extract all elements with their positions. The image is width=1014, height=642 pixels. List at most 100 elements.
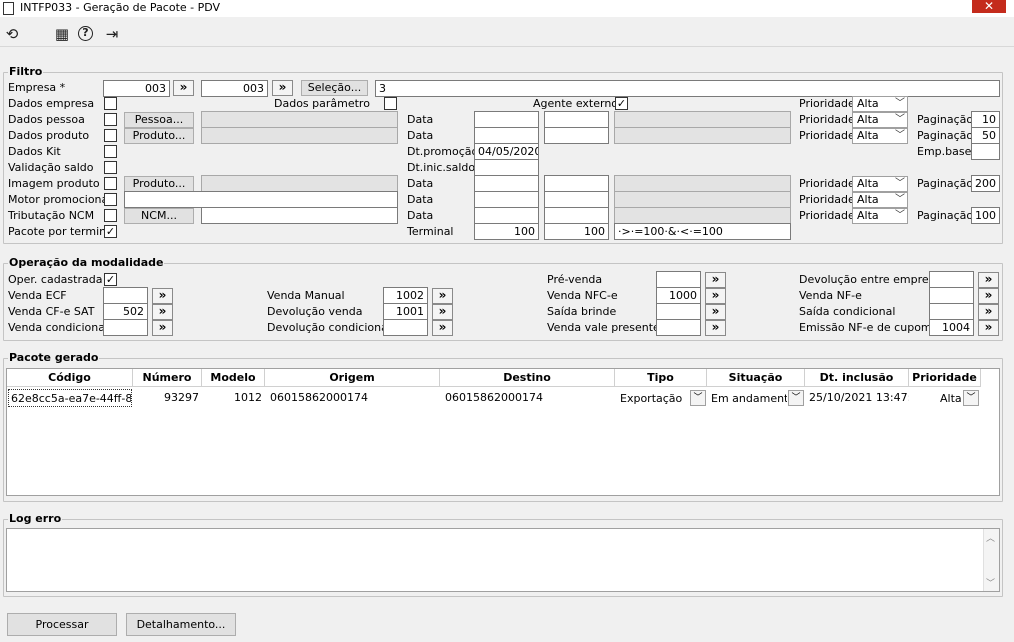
prioridade-motor-select[interactable]: Alta ﹀ (852, 192, 908, 208)
data-ncm-from-input[interactable] (474, 207, 539, 224)
pre-venda-input[interactable] (656, 271, 701, 288)
saida-condicional-input[interactable] (929, 303, 974, 320)
saida-brinde-input[interactable] (656, 303, 701, 320)
processar-button[interactable]: Processar (7, 613, 117, 636)
col-modelo-header[interactable]: Modelo (202, 369, 265, 387)
devolucao-venda-input[interactable]: 1001 (383, 303, 428, 320)
tributacao-ncm-checkbox[interactable] (104, 209, 117, 222)
data-produto-to-input[interactable] (544, 127, 609, 144)
empresa-from-input[interactable]: 003 (103, 80, 170, 97)
prioridade-ncm-select[interactable]: Alta ﹀ (852, 208, 908, 224)
paginacao-ncm-input[interactable]: 100 (971, 207, 1000, 224)
cell-codigo[interactable]: 62e8cc5a-ea7e-44ff-851 (8, 389, 132, 407)
tipo-dropdown-icon[interactable]: ﹀ (690, 390, 706, 406)
devolucao-entre-empresa-input[interactable] (929, 271, 974, 288)
col-tipo-header[interactable]: Tipo (615, 369, 707, 387)
imagem-produto-button[interactable]: Produto... (124, 176, 194, 192)
terminal-from-input[interactable]: 100 (474, 223, 539, 240)
dados-pessoa-checkbox[interactable] (104, 113, 117, 126)
scroll-down-icon[interactable]: ﹀ (986, 576, 995, 589)
emissao-nfe-cupom-input[interactable]: 1004 (929, 319, 974, 336)
venda-condicional-lookup-button[interactable]: » (152, 320, 173, 336)
venda-cfe-sat-input[interactable]: 502 (103, 303, 148, 320)
prioridade-pessoa-select[interactable]: Alta ﹀ (852, 112, 908, 128)
venda-ecf-input[interactable] (103, 287, 148, 304)
pessoa-button[interactable]: Pessoa... (124, 112, 194, 128)
selecao-input[interactable]: 3 (375, 80, 1000, 97)
prioridade-imagem-select[interactable]: Alta ﹀ (852, 176, 908, 192)
situacao-dropdown-icon[interactable]: ﹀ (788, 390, 804, 406)
dados-empresa-checkbox[interactable] (104, 97, 117, 110)
paginacao-produto-input[interactable]: 50 (971, 127, 1000, 144)
help-icon[interactable]: ? (78, 26, 93, 41)
venda-nfe-input[interactable] (929, 287, 974, 304)
pacote-por-terminal-checkbox[interactable]: ✓ (104, 225, 117, 238)
selecao-button[interactable]: Seleção... (301, 80, 368, 96)
paginacao-pessoa-input[interactable]: 10 (971, 111, 1000, 128)
empresa-to-input[interactable]: 003 (201, 80, 268, 97)
data-imagem-to-input[interactable] (544, 175, 609, 192)
data-imagem-from-input[interactable] (474, 175, 539, 192)
motor-promocional-input[interactable] (124, 191, 398, 208)
venda-vale-presente-lookup-button[interactable]: » (705, 320, 726, 336)
data-produto-from-input[interactable] (474, 127, 539, 144)
prioridade-dropdown-icon[interactable]: ﹀ (963, 390, 979, 406)
dados-parametro-checkbox[interactable] (384, 97, 397, 110)
venda-manual-lookup-button[interactable]: » (432, 288, 453, 304)
venda-manual-input[interactable]: 1002 (383, 287, 428, 304)
oper-cadastrada-checkbox[interactable]: ✓ (104, 273, 117, 286)
dados-kit-checkbox[interactable] (104, 145, 117, 158)
close-button[interactable]: ✕ (972, 0, 1006, 13)
prioridade-empresa-select[interactable]: Alta ﹀ (852, 96, 908, 112)
devolucao-condicional-input[interactable] (383, 319, 428, 336)
refresh-icon[interactable]: ⟲ (3, 26, 21, 44)
data-motor-to-input[interactable] (544, 191, 609, 208)
venda-nfe-lookup-button[interactable]: » (978, 288, 999, 304)
imagem-produto-checkbox[interactable] (104, 177, 117, 190)
motor-promocional-checkbox[interactable] (104, 193, 117, 206)
calendar-icon[interactable]: ▦ (53, 26, 71, 44)
col-codigo-header[interactable]: Código (7, 369, 133, 387)
dados-produto-checkbox[interactable] (104, 129, 117, 142)
venda-nfce-input[interactable]: 1000 (656, 287, 701, 304)
devolucao-venda-lookup-button[interactable]: » (432, 304, 453, 320)
empresa-to-lookup-button[interactable]: » (272, 80, 293, 96)
dt-inic-saldo-input[interactable] (474, 159, 539, 176)
agente-externo-checkbox[interactable]: ✓ (615, 97, 628, 110)
terminal-expression-input[interactable]: ·>·=100·&·<·=100 (614, 223, 791, 240)
devolucao-entre-empresa-lookup-button[interactable]: » (978, 272, 999, 288)
venda-ecf-lookup-button[interactable]: » (152, 288, 173, 304)
prioridade-produto-select[interactable]: Alta ﹀ (852, 128, 908, 144)
pre-venda-lookup-button[interactable]: » (705, 272, 726, 288)
venda-condicional-input[interactable] (103, 319, 148, 336)
terminal-to-input[interactable]: 100 (544, 223, 609, 240)
emissao-nfe-cupom-lookup-button[interactable]: » (978, 320, 999, 336)
col-prioridade-header[interactable]: Prioridade (909, 369, 981, 387)
log-textarea[interactable] (6, 528, 1000, 592)
saida-condicional-lookup-button[interactable]: » (978, 304, 999, 320)
saida-brinde-lookup-button[interactable]: » (705, 304, 726, 320)
devolucao-condicional-lookup-button[interactable]: » (432, 320, 453, 336)
produto-button[interactable]: Produto... (124, 128, 194, 144)
data-pessoa-from-input[interactable] (474, 111, 539, 128)
data-motor-from-input[interactable] (474, 191, 539, 208)
validacao-saldo-checkbox[interactable] (104, 161, 117, 174)
scroll-up-icon[interactable]: ︿ (986, 531, 995, 544)
ncm-button[interactable]: NCM... (124, 208, 194, 224)
venda-nfce-lookup-button[interactable]: » (705, 288, 726, 304)
detalhamento-button[interactable]: Detalhamento... (126, 613, 236, 636)
emp-base-input[interactable] (971, 143, 1000, 160)
col-origem-header[interactable]: Origem (265, 369, 440, 387)
venda-cfe-sat-lookup-button[interactable]: » (152, 304, 173, 320)
dt-promocao-input[interactable]: 04/05/2020 (474, 143, 539, 160)
data-ncm-to-input[interactable] (544, 207, 609, 224)
venda-vale-presente-input[interactable] (656, 319, 701, 336)
ncm-input[interactable] (201, 207, 398, 224)
empresa-from-lookup-button[interactable]: » (173, 80, 194, 96)
exit-icon[interactable]: ⇥ (103, 26, 121, 44)
data-pessoa-to-input[interactable] (544, 111, 609, 128)
paginacao-imagem-input[interactable]: 200 (971, 175, 1000, 192)
col-numero-header[interactable]: Número (133, 369, 202, 387)
col-situacao-header[interactable]: Situação (707, 369, 805, 387)
col-dt-inclusao-header[interactable]: Dt. inclusão (805, 369, 909, 387)
